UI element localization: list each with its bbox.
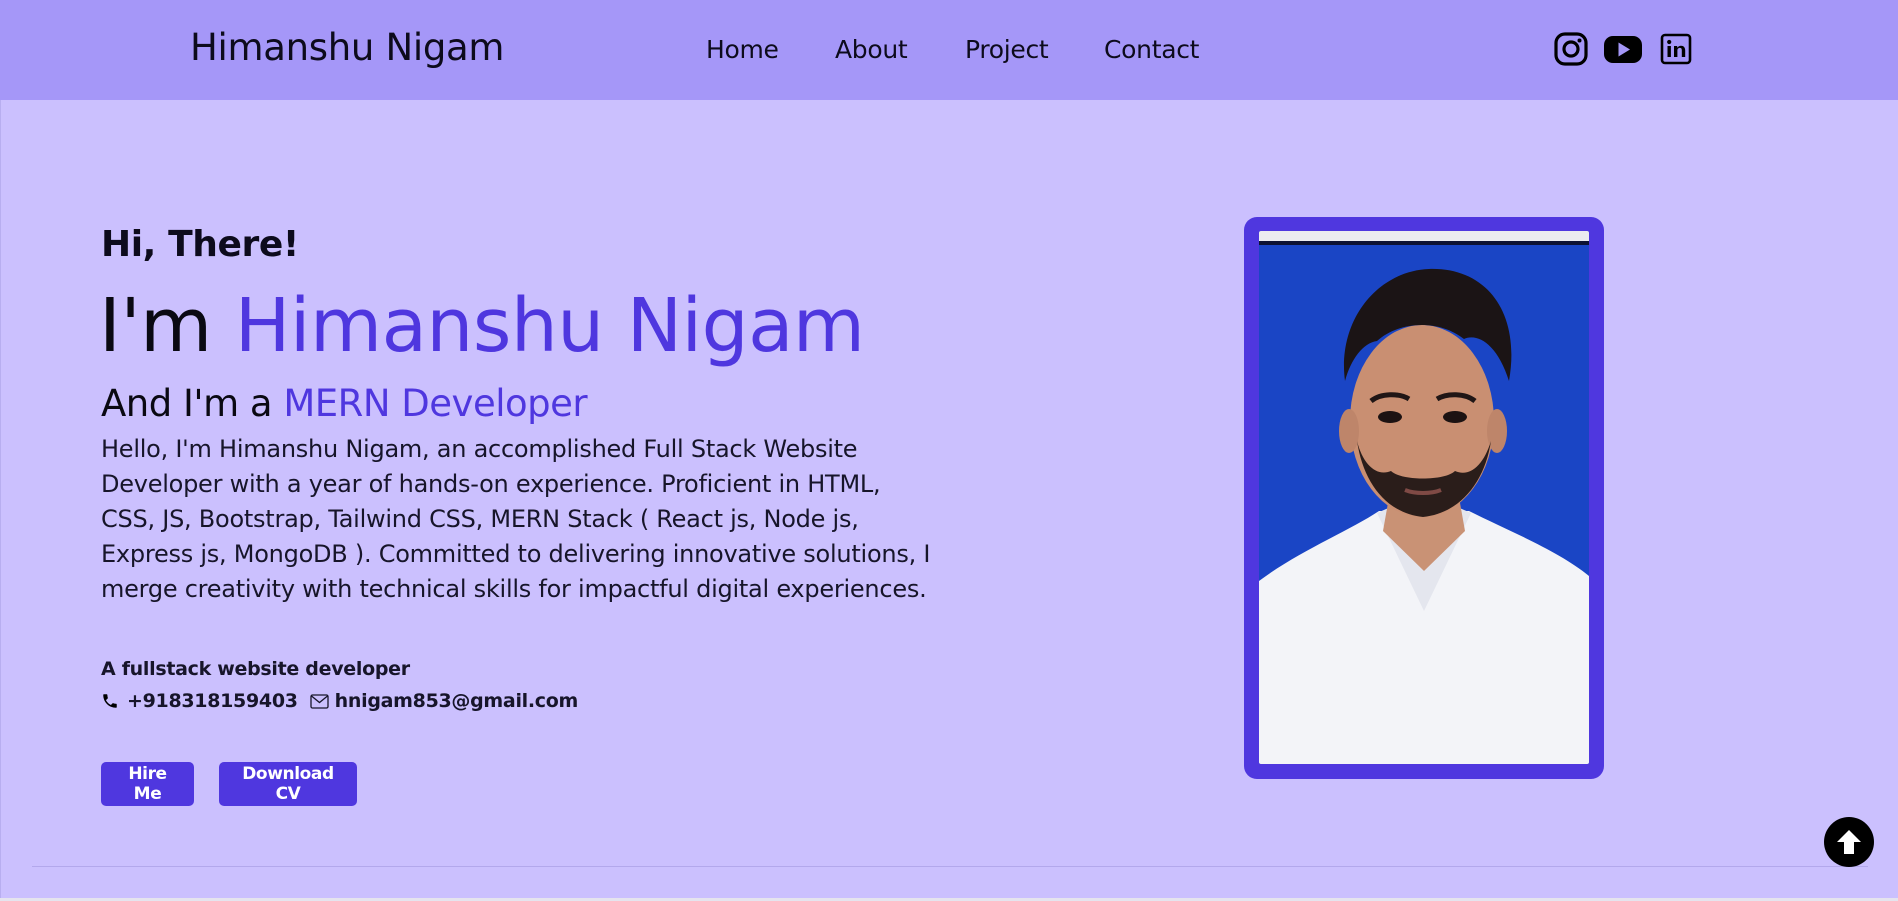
role-text: MERN Developer [283,382,588,425]
brand-name[interactable]: Himanshu Nigam [190,26,504,69]
hire-me-button[interactable]: Hire Me [101,762,194,806]
tagline: A fullstack website developer [101,658,410,680]
bio-paragraph: Hello, I'm Himanshu Nigam, an accomplish… [101,435,931,603]
phone-number[interactable]: +918318159403 [127,690,298,712]
title-prefix: I'm [99,283,235,369]
navbar: Himanshu Nigam Home About Project Contac… [0,0,1898,100]
role-prefix: And I'm a [101,382,284,425]
instagram-icon[interactable] [1553,31,1589,67]
profile-photo [1259,231,1589,764]
section-divider [32,866,1868,867]
scroll-to-top-button[interactable] [1824,817,1874,867]
contact-info: +918318159403 hnigam853@gmail.com [101,690,578,712]
nav-home[interactable]: Home [706,35,779,64]
hero-title: I'm Himanshu Nigam [99,283,865,369]
nav-about[interactable]: About [835,35,908,64]
youtube-icon[interactable] [1603,31,1643,67]
greeting: Hi, There! [101,224,299,265]
nav-contact[interactable]: Contact [1104,35,1199,64]
role-heading: And I'm a MERN Developer [101,382,588,425]
arrow-up-circle-icon [1837,830,1861,854]
phone-icon [103,694,117,708]
nav-project[interactable]: Project [965,35,1049,64]
download-cv-button[interactable]: Download CV [219,762,357,806]
hero-name: Himanshu Nigam [234,283,865,369]
profile-photo-frame [1244,217,1604,779]
mail-icon [310,693,329,709]
linkedin-icon[interactable] [1658,31,1694,67]
email-address[interactable]: hnigam853@gmail.com [335,690,579,712]
